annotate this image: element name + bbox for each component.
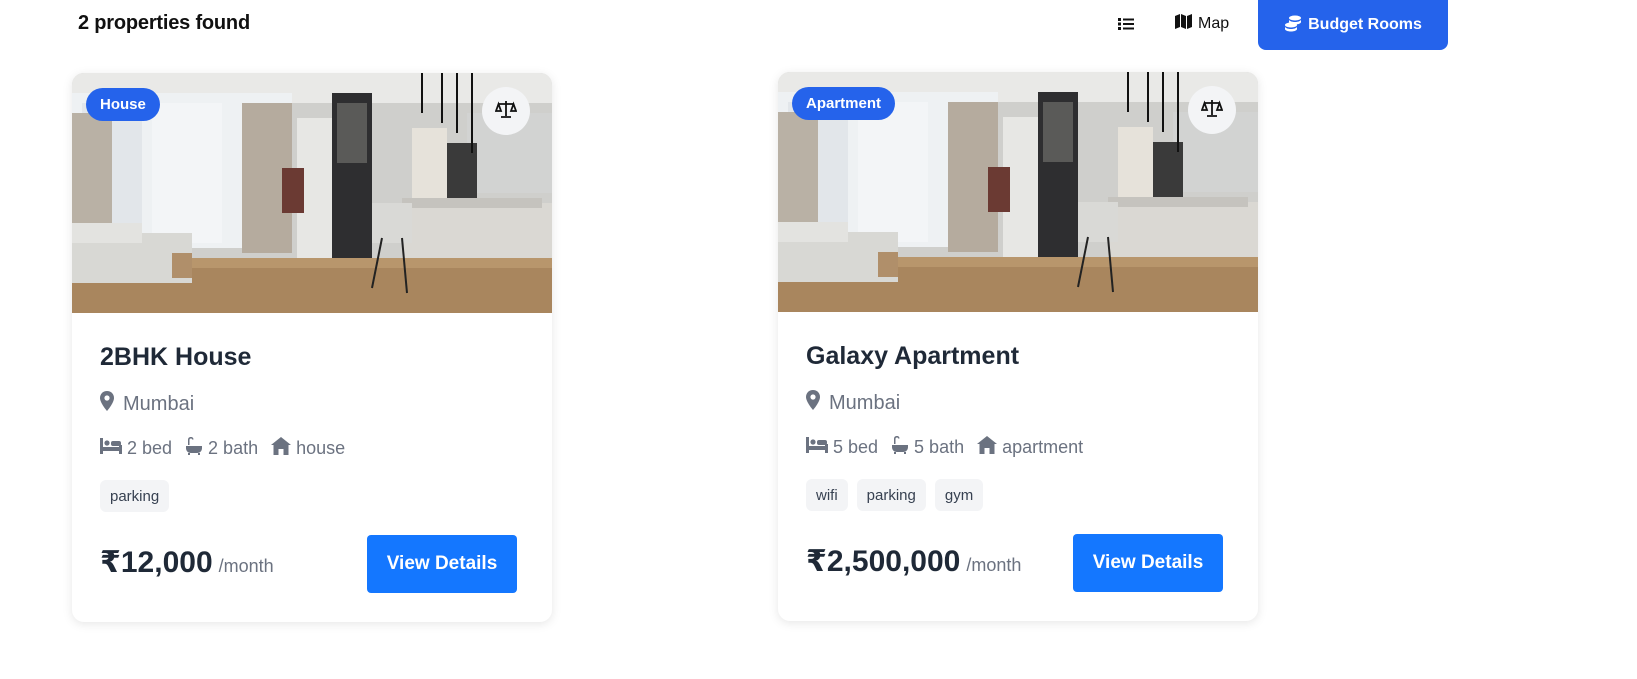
property-features: 2 bed 2 bath house <box>100 437 358 460</box>
beds-label: 5 bed <box>833 437 879 457</box>
property-photo: House <box>72 73 552 313</box>
home-icon <box>271 437 292 460</box>
beds-label: 2 bed <box>127 438 173 458</box>
property-title: 2BHK House <box>100 343 252 371</box>
property-type-badge: House <box>86 88 160 121</box>
location-label: Mumbai <box>829 391 901 414</box>
baths-label: 5 bath <box>914 437 965 457</box>
map-icon <box>1174 13 1193 35</box>
kind-label: house <box>296 438 346 458</box>
amenity-tags: wifi parking gym <box>806 479 984 511</box>
price-period: /month <box>218 556 274 576</box>
location-label: Mumbai <box>123 392 195 415</box>
price-amount: ₹12,000 <box>100 546 213 579</box>
property-photo: Apartment <box>778 72 1258 312</box>
amenity-tag: parking <box>856 479 926 511</box>
home-icon <box>977 436 998 459</box>
amenity-tag: wifi <box>806 479 848 511</box>
list-view-icon[interactable] <box>1116 14 1136 34</box>
budget-rooms-button[interactable]: Budget Rooms <box>1258 0 1448 50</box>
bed-icon <box>100 438 122 459</box>
amenity-tags: parking <box>100 480 170 512</box>
kind-info: house <box>271 437 345 460</box>
results-count: 2 properties found <box>78 12 250 34</box>
scale-icon <box>1200 99 1224 122</box>
baths-label: 2 bath <box>208 438 259 458</box>
compare-button[interactable] <box>482 87 530 135</box>
price-period: /month <box>966 555 1022 575</box>
baths-info: 5 bath <box>891 436 964 459</box>
coins-icon <box>1284 14 1302 37</box>
kind-info: apartment <box>977 436 1083 459</box>
bath-icon <box>185 437 203 460</box>
view-details-button[interactable]: View Details <box>367 535 517 593</box>
view-details-button[interactable]: View Details <box>1073 534 1223 592</box>
property-type-badge: Apartment <box>792 87 896 120</box>
kind-label: apartment <box>1002 437 1084 457</box>
bath-icon <box>891 436 909 459</box>
map-pin-icon <box>100 391 114 417</box>
property-price: ₹12,000 /month <box>100 545 274 580</box>
property-features: 5 bed 5 bath apartment <box>806 436 1096 459</box>
property-location: Mumbai <box>100 391 194 417</box>
map-view-label: Map <box>1198 15 1230 32</box>
property-price: ₹2,500,000 /month <box>806 544 1021 579</box>
map-view-button[interactable]: Map <box>1174 13 1229 35</box>
map-pin-icon <box>806 390 820 416</box>
amenity-tag: gym <box>934 479 984 511</box>
property-title: Galaxy Apartment <box>806 342 1020 370</box>
property-card: House 2BHK House Mumbai 2 bed 2 bath hou… <box>72 73 552 622</box>
property-location: Mumbai <box>806 390 900 416</box>
compare-button[interactable] <box>1188 86 1236 134</box>
bed-icon <box>806 437 828 458</box>
property-card: Apartment Galaxy Apartment Mumbai 5 bed … <box>778 72 1258 621</box>
budget-rooms-label: Budget Rooms <box>1308 16 1422 33</box>
beds-info: 5 bed <box>806 437 878 458</box>
scale-icon <box>494 100 518 123</box>
amenity-tag: parking <box>100 480 170 512</box>
beds-info: 2 bed <box>100 438 172 459</box>
baths-info: 2 bath <box>185 437 258 460</box>
price-amount: ₹2,500,000 <box>806 545 961 578</box>
